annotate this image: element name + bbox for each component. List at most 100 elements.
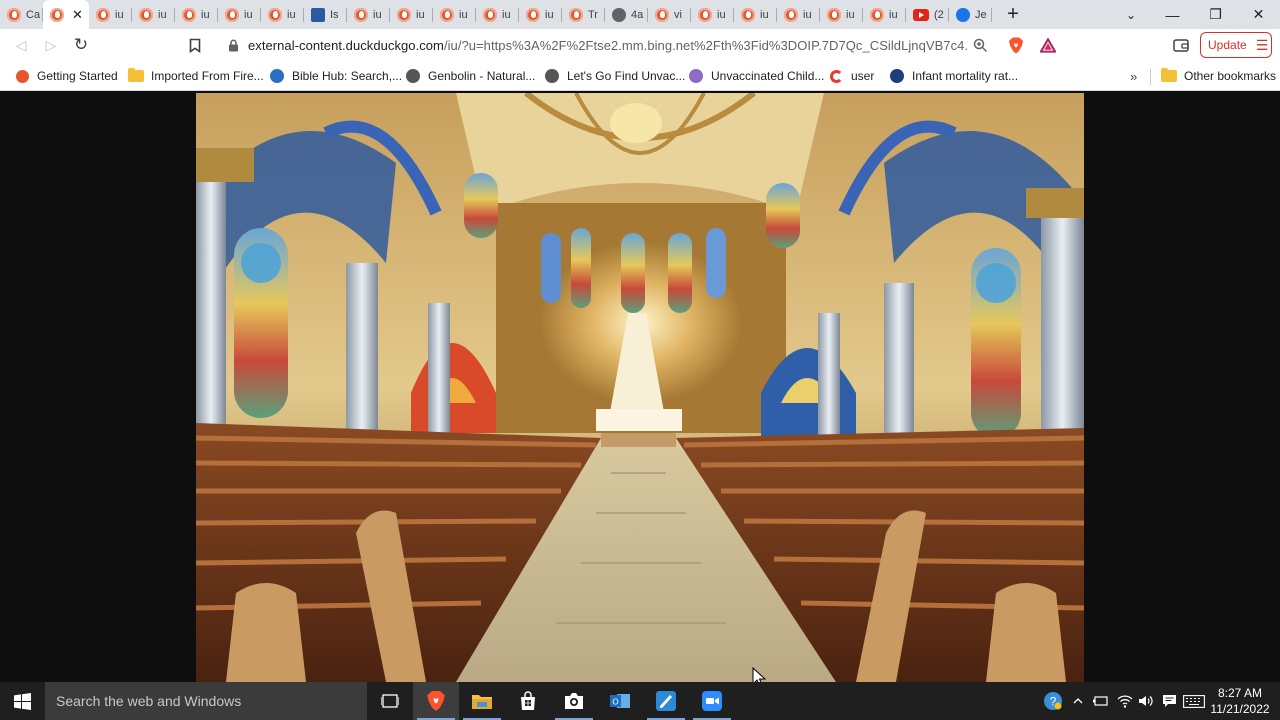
tab[interactable]: iu	[777, 0, 820, 29]
notifications-icon[interactable]	[1160, 682, 1178, 720]
duckduckgo-icon	[182, 7, 196, 22]
brave-rewards-icon[interactable]	[1040, 37, 1056, 53]
biblehub-icon	[269, 68, 285, 84]
wallet-icon[interactable]	[1172, 36, 1190, 54]
file-explorer-icon[interactable]	[459, 682, 505, 720]
tab[interactable]: iu	[433, 0, 476, 29]
duckduckgo-icon	[784, 7, 798, 22]
tab[interactable]: Je	[949, 0, 992, 29]
tab-title: iu	[846, 8, 855, 21]
tab[interactable]: iu	[261, 0, 304, 29]
close-window-button[interactable]: ✕	[1237, 0, 1280, 29]
duckduckgo-icon	[870, 7, 884, 22]
tab-title: vi	[674, 8, 682, 21]
minimize-button[interactable]: —	[1151, 0, 1194, 29]
tab-title: iu	[373, 8, 382, 21]
chevron-up-icon[interactable]	[1070, 682, 1086, 720]
bookmark-label: Getting Started	[37, 69, 118, 83]
tab[interactable]: Ca	[0, 0, 43, 29]
tab[interactable]: iu	[175, 0, 218, 29]
tab-title: iu	[889, 8, 898, 21]
tab[interactable]: Is	[304, 0, 347, 29]
brave-browser-taskbar-icon[interactable]	[413, 682, 459, 720]
bookmark-item[interactable]: Getting Started	[8, 63, 124, 89]
taskbar-clock[interactable]: 8:27 AM 11/21/2022	[1210, 685, 1270, 717]
bookmark-this-page-icon[interactable]	[187, 36, 203, 54]
url-host: external-content.duckduckgo.com	[248, 37, 444, 53]
tab[interactable]: iu	[519, 0, 562, 29]
tab-title: iu	[244, 8, 253, 21]
volume-icon[interactable]	[1137, 682, 1155, 720]
duckduckgo-icon	[741, 7, 755, 22]
reload-button[interactable]: ↻	[66, 30, 96, 60]
address-bar[interactable]: external-content.duckduckgo.com/iu/?u=ht…	[214, 32, 1064, 58]
tab[interactable]: iu	[691, 0, 734, 29]
tab[interactable]: iu	[218, 0, 261, 29]
lock-icon[interactable]	[226, 38, 240, 52]
battery-icon[interactable]	[1092, 682, 1110, 720]
bookmark-item[interactable]: Infant mortality rat...	[883, 63, 1024, 89]
bookmark-label: Let's Go Find Unvac...	[567, 69, 686, 83]
tab[interactable]: iu	[347, 0, 390, 29]
bookmark-item[interactable]: Let's Go Find Unvac...	[538, 63, 691, 89]
bookmark-item[interactable]: Bible Hub: Search,...	[263, 63, 408, 89]
tab-title: Tr	[588, 8, 598, 21]
duckduckgo-icon	[440, 7, 454, 22]
bookmark-label: Imported From Fire...	[151, 69, 264, 83]
edge-icon	[956, 7, 970, 22]
tab-title: 4a	[631, 8, 644, 21]
other-bookmarks-folder[interactable]: Other bookmarks	[1155, 63, 1280, 89]
tab-active[interactable]: ✕	[43, 0, 89, 29]
windows-taskbar: Search the web and Windows O ? 8:27 AM 1…	[0, 682, 1280, 720]
brave-shields-icon[interactable]	[1008, 37, 1024, 53]
close-tab-icon[interactable]: ✕	[72, 7, 83, 23]
zoom-icon[interactable]	[972, 37, 988, 53]
bookmark-item[interactable]: Unvaccinated Child...	[682, 63, 830, 89]
bookmark-label: Unvaccinated Child...	[711, 69, 825, 83]
duckduckgo-icon	[139, 7, 153, 22]
wifi-icon[interactable]	[1116, 682, 1134, 720]
duckduckgo-icon	[50, 7, 64, 22]
task-view-icon[interactable]	[367, 682, 413, 720]
back-button[interactable]: ◁	[6, 30, 36, 60]
globe-icon	[405, 68, 421, 84]
zoom-meetings-icon[interactable]	[689, 682, 735, 720]
url-text[interactable]: external-content.duckduckgo.com/iu/?u=ht…	[248, 38, 968, 53]
tab-search-chevron-icon[interactable]: ⌄	[1111, 0, 1151, 29]
duckduckgo-icon	[7, 7, 21, 22]
duckduckgo-icon	[827, 7, 841, 22]
tab[interactable]: iu	[820, 0, 863, 29]
forward-button[interactable]: ▷	[36, 30, 66, 60]
taskbar-search-box[interactable]: Search the web and Windows	[45, 682, 367, 720]
tab[interactable]: iu	[390, 0, 433, 29]
tab-title: (2	[934, 8, 944, 21]
tab[interactable]: iu	[734, 0, 777, 29]
bookmarks-overflow-icon[interactable]: »	[1130, 69, 1137, 84]
help-icon[interactable]: ?	[1042, 682, 1064, 720]
tab[interactable]: iu	[132, 0, 175, 29]
camera-app-icon[interactable]	[551, 682, 597, 720]
microsoft-store-icon[interactable]	[505, 682, 551, 720]
church-interior-image[interactable]	[196, 93, 1084, 682]
bookmark-item[interactable]: user	[822, 63, 880, 89]
tab[interactable]: Tr	[562, 0, 605, 29]
tab[interactable]: iu	[863, 0, 906, 29]
site-icon	[688, 68, 704, 84]
keyboard-icon[interactable]	[1182, 682, 1206, 720]
tab[interactable]: 4a	[605, 0, 648, 29]
pen-app-icon[interactable]	[643, 682, 689, 720]
maximize-button[interactable]: ❐	[1194, 0, 1237, 29]
start-button[interactable]	[0, 682, 45, 720]
tab[interactable]: iu	[89, 0, 132, 29]
duckduckgo-icon	[483, 7, 497, 22]
tab[interactable]: iu	[476, 0, 519, 29]
new-tab-button[interactable]: +	[998, 0, 1028, 29]
tab[interactable]: vi	[648, 0, 691, 29]
tab[interactable]: (2	[906, 0, 949, 29]
bookmark-item[interactable]: Genbolin - Natural...	[399, 63, 541, 89]
bookmark-item[interactable]: Imported From Fire...	[122, 63, 270, 89]
bookmark-label: Genbolin - Natural...	[428, 69, 536, 83]
update-button[interactable]: Update ☰	[1200, 32, 1272, 58]
outlook-icon[interactable]: O	[597, 682, 643, 720]
tab-title: Je	[975, 8, 987, 21]
